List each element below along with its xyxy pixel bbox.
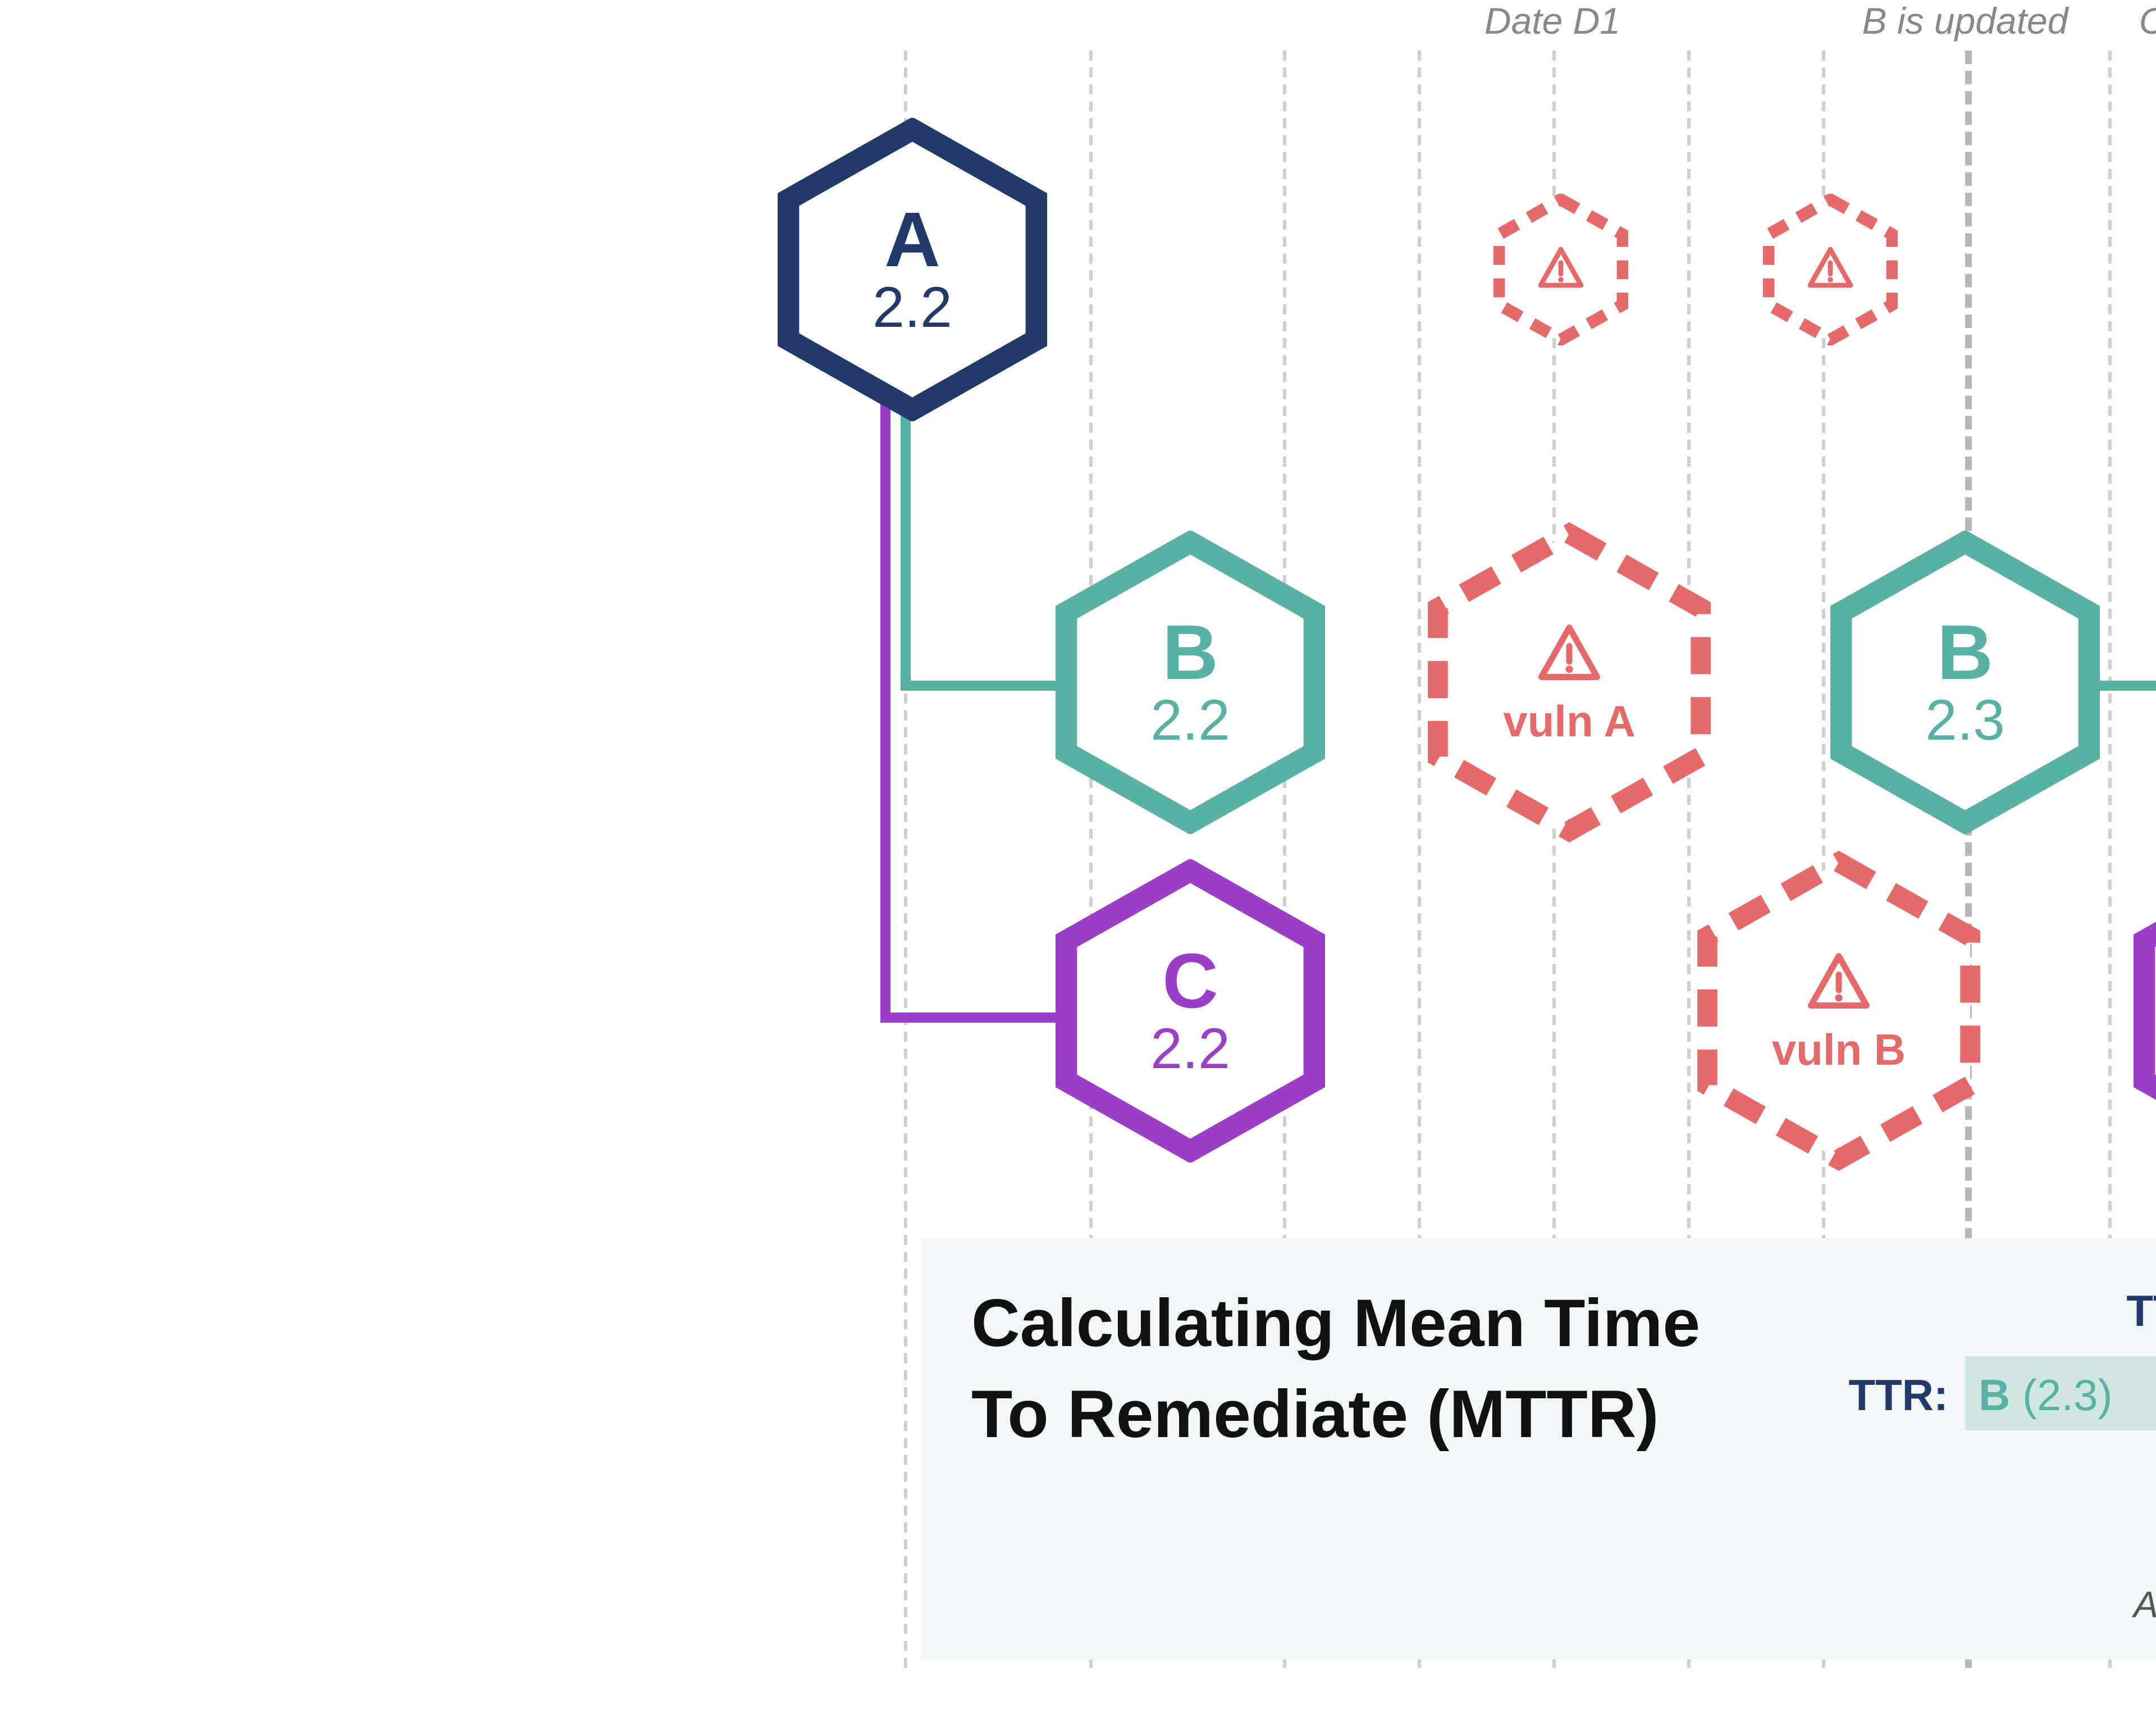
ttr-b-ver: (2.3) bbox=[2022, 1370, 2112, 1420]
connector-a-c-left bbox=[880, 1013, 1069, 1023]
ttr-prefix: TTR: bbox=[1848, 1370, 1948, 1420]
node-c-2-3: C 2.3 bbox=[2134, 859, 2156, 1162]
timeline-label-c-updated: C is updated bbox=[2139, 0, 2156, 44]
vuln-label: vuln A bbox=[1503, 700, 1635, 746]
node-version: 2.2 bbox=[1150, 693, 1230, 753]
node-name: B bbox=[1937, 612, 1993, 693]
node-name: B bbox=[1162, 612, 1218, 693]
connector-a-c-left bbox=[880, 362, 890, 1023]
timeline-label-d1: Date D1 bbox=[1484, 0, 1620, 44]
node-name: C bbox=[1162, 940, 1218, 1022]
ttr-b-value: B (2.3) bbox=[1979, 1370, 2112, 1422]
ttr-b-pkg: B bbox=[1979, 1370, 2010, 1420]
node-version: 2.2 bbox=[873, 280, 952, 340]
vuln-label: vuln B bbox=[1772, 1028, 1906, 1074]
alert-icon bbox=[1534, 243, 1588, 297]
ttr-c-label: TTR: bbox=[1999, 1285, 2156, 1338]
alert-icon bbox=[1532, 619, 1606, 693]
mttr-diagram: Date D1 B is updated C is updated Date D… bbox=[719, 0, 2156, 1710]
mttr-subtitle: Average of TTR: B and C bbox=[2134, 1584, 2156, 1627]
node-a-2-2: A 2.2 bbox=[778, 118, 1047, 421]
ttr-prefix: TTR: bbox=[2126, 1285, 2156, 1336]
vuln-b-node: vuln B bbox=[1696, 851, 1982, 1171]
node-b-2-2: B 2.2 bbox=[1056, 531, 1325, 834]
alert-icon bbox=[1803, 243, 1857, 297]
vuln-marker-a-small-2 bbox=[1763, 194, 1898, 345]
vuln-marker-a-small-1 bbox=[1493, 194, 1628, 345]
node-name: A bbox=[884, 199, 940, 280]
alert-icon bbox=[1802, 947, 1876, 1022]
ttr-b-label: TTR: bbox=[1721, 1370, 1948, 1422]
connector-a-b-left bbox=[901, 681, 1069, 691]
node-b-2-3: B 2.3 bbox=[1830, 531, 2100, 834]
panel-title: Calculating Mean Time To Remediate (MTTR… bbox=[971, 1279, 1712, 1461]
node-version: 2.2 bbox=[1150, 1022, 1230, 1082]
vuln-a-node: vuln A bbox=[1426, 522, 1712, 842]
node-version: 2.3 bbox=[1925, 693, 2005, 753]
mttr-panel: Calculating Mean Time To Remediate (MTTR… bbox=[921, 1238, 2156, 1659]
node-c-2-2: C 2.2 bbox=[1056, 859, 1325, 1162]
timeline-label-b-updated: B is updated bbox=[1862, 0, 2068, 44]
